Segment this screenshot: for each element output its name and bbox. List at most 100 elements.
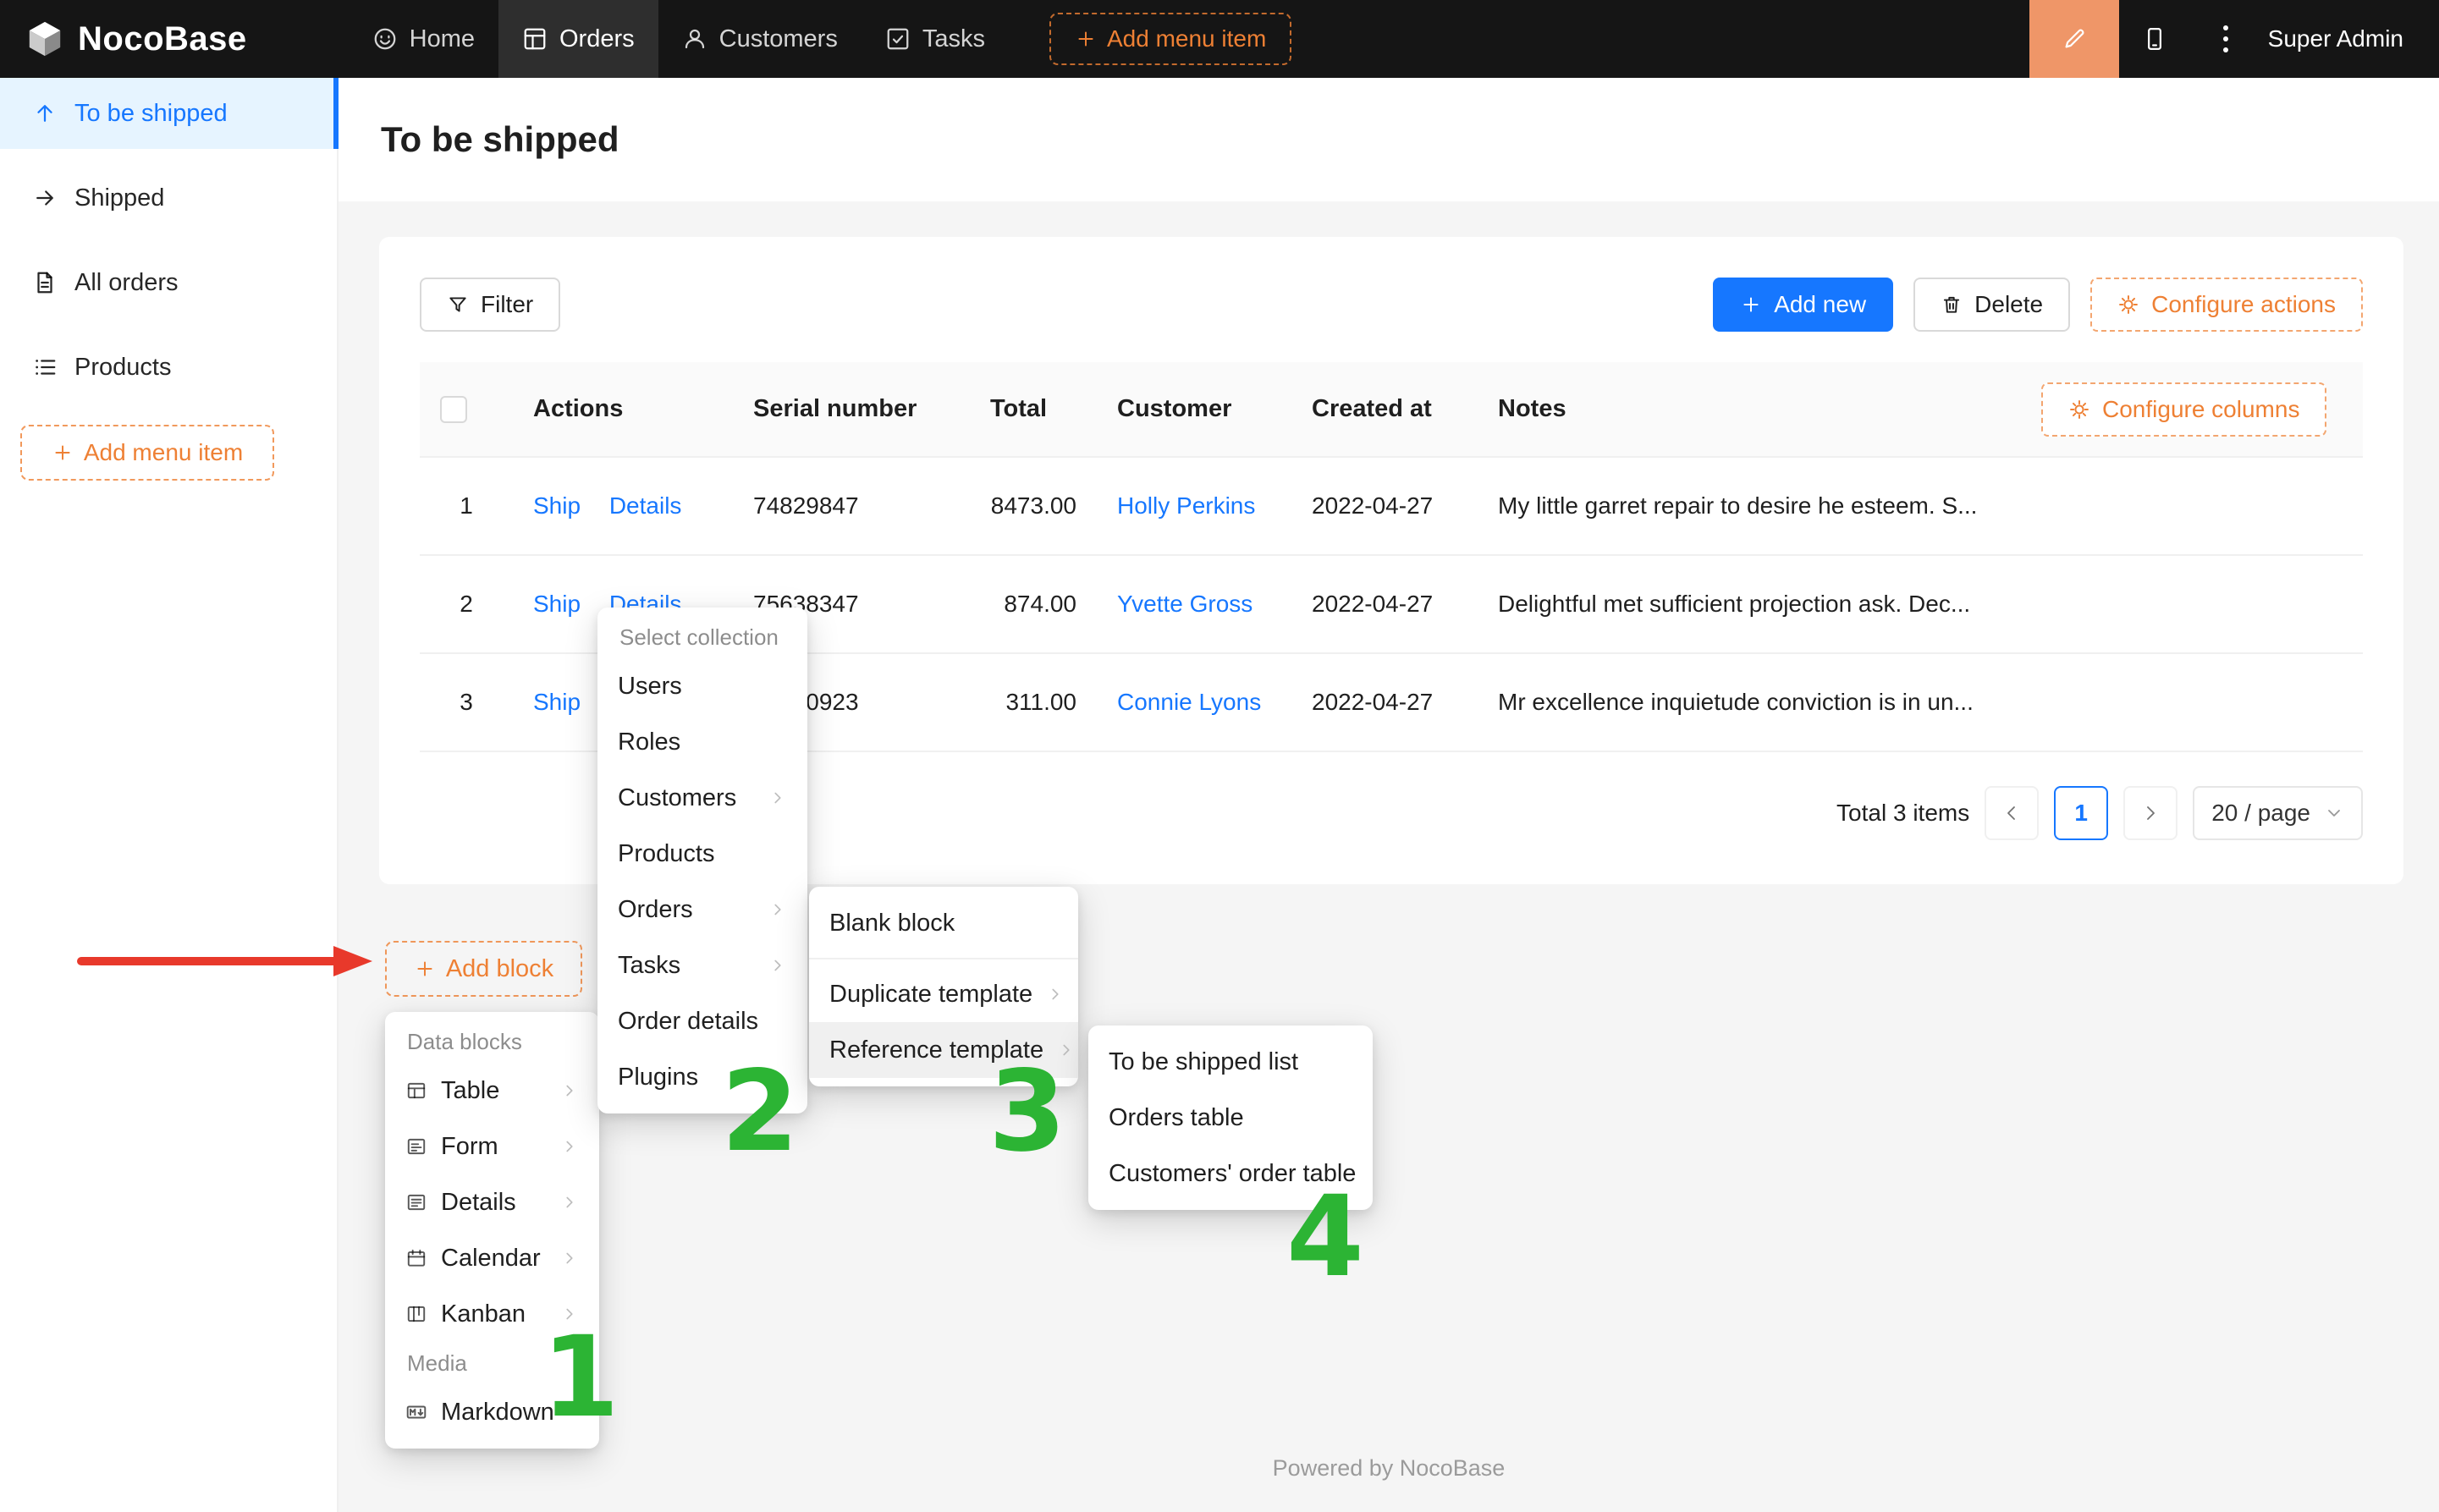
navbar-add-menu-item-button[interactable]: Add menu item	[1049, 13, 1291, 65]
annotation-step-1: 1	[542, 1322, 619, 1433]
chevron-down-icon	[2324, 803, 2344, 823]
powered-by-footer: Powered by NocoBase	[339, 1455, 2439, 1482]
total-cell: 874.00	[970, 555, 1097, 653]
configure-columns-button[interactable]: Configure columns	[2041, 382, 2326, 437]
page-size-select[interactable]: 20 / page	[2193, 786, 2363, 840]
details-link[interactable]: Details	[609, 492, 682, 519]
ship-link[interactable]: Ship	[533, 689, 581, 715]
sidebar-item-to-be-shipped[interactable]: To be shipped	[0, 78, 337, 149]
pagination-prev-button[interactable]	[1985, 786, 2039, 840]
nav-item-label: Home	[410, 25, 475, 53]
menu-item-label: To be shipped list	[1109, 1048, 1298, 1076]
created-at-cell: 2022-04-27	[1291, 653, 1478, 751]
configure-actions-button[interactable]: Configure actions	[2090, 278, 2363, 332]
ship-link[interactable]: Ship	[533, 591, 581, 617]
delete-button[interactable]: Delete	[1913, 278, 2070, 332]
annotation-step-2: 2	[721, 1056, 799, 1168]
pagination-page-1[interactable]: 1	[2054, 786, 2108, 840]
sidebar-item-label: Products	[74, 354, 171, 382]
sidebar-add-menu-item-label: Add menu item	[84, 439, 243, 466]
sidebar-item-products[interactable]: Products	[0, 332, 337, 403]
menu-item-order-details[interactable]: Order details	[597, 993, 807, 1049]
sidebar-item-all-orders[interactable]: All orders	[0, 247, 337, 318]
menu-item-label: Duplicate template	[829, 981, 1032, 1009]
plus-icon	[52, 442, 74, 464]
menu-item-label: Form	[441, 1133, 498, 1161]
menu-item-label: Customers	[618, 784, 736, 812]
chevron-right-icon	[768, 900, 787, 919]
filter-button[interactable]: Filter	[420, 278, 560, 332]
menu-item-label: Details	[441, 1189, 516, 1217]
customer-link[interactable]: Yvette Gross	[1117, 591, 1253, 617]
column-header-created-at: Created at	[1291, 362, 1478, 457]
list-icon	[32, 355, 58, 380]
row-index: 2	[420, 555, 513, 653]
sidebar-add-menu-item-button[interactable]: Add menu item	[20, 425, 274, 481]
gear-icon	[2117, 294, 2139, 316]
customer-link[interactable]: Holly Perkins	[1117, 492, 1255, 519]
menu-item-to-be-shipped-list[interactable]: To be shipped list	[1088, 1034, 1373, 1090]
user-menu[interactable]: Super Admin	[2268, 25, 2403, 52]
nav-item-customers[interactable]: Customers	[658, 0, 862, 78]
nav-item-tasks[interactable]: Tasks	[862, 0, 1009, 78]
customer-link[interactable]: Connie Lyons	[1117, 689, 1261, 715]
menu-item-calendar[interactable]: Calendar	[385, 1230, 599, 1286]
nav-item-label: Customers	[719, 25, 838, 53]
menu-item-orders-table[interactable]: Orders table	[1088, 1090, 1373, 1146]
menu-item-tasks[interactable]: Tasks	[597, 937, 807, 993]
select-collection-menu: Select collection Users Roles Customers …	[597, 608, 807, 1113]
select-all-checkbox[interactable]	[440, 396, 467, 423]
column-header-actions: Actions	[513, 362, 733, 457]
add-new-button[interactable]: Add new	[1713, 278, 1893, 332]
menu-item-table[interactable]: Table	[385, 1063, 599, 1119]
details-block-icon	[405, 1191, 427, 1213]
kanban-block-icon	[405, 1303, 427, 1325]
arrow-right-icon	[32, 185, 58, 211]
chevron-right-icon	[560, 1249, 579, 1267]
configure-columns-label: Configure columns	[2102, 396, 2299, 423]
mobile-preview-button[interactable]	[2119, 0, 2190, 78]
top-navbar: NocoBase Home Orders Customers	[0, 0, 2439, 78]
tablet-icon	[2142, 26, 2167, 52]
nav-item-orders[interactable]: Orders	[498, 0, 658, 78]
menu-item-orders[interactable]: Orders	[597, 882, 807, 937]
sidebar-item-shipped[interactable]: Shipped	[0, 162, 337, 234]
created-at-cell: 2022-04-27	[1291, 457, 1478, 555]
menu-item-users[interactable]: Users	[597, 658, 807, 714]
more-menu-button[interactable]	[2190, 0, 2261, 78]
ui-editor-button[interactable]	[2029, 0, 2119, 78]
plus-icon	[414, 958, 436, 980]
filter-icon	[447, 294, 469, 316]
add-block-button[interactable]: Add block	[385, 941, 582, 997]
menu-item-label: Plugins	[618, 1064, 698, 1091]
pagination-next-button[interactable]	[2123, 786, 2177, 840]
ellipsis-vertical-icon	[2223, 25, 2228, 52]
menu-item-label: Calendar	[441, 1245, 541, 1273]
menu-item-label: Orders table	[1109, 1104, 1244, 1132]
menu-item-roles[interactable]: Roles	[597, 714, 807, 770]
row-index: 3	[420, 653, 513, 751]
menu-item-blank-block[interactable]: Blank block	[809, 895, 1078, 951]
menu-item-customers[interactable]: Customers	[597, 770, 807, 826]
page-header: To be shipped	[339, 78, 2439, 201]
brand-name: NocoBase	[78, 20, 247, 58]
column-header-serial: Serial number	[733, 362, 970, 457]
configure-actions-label: Configure actions	[2151, 291, 2336, 318]
brand-logo[interactable]: NocoBase	[0, 19, 247, 58]
ship-link[interactable]: Ship	[533, 492, 581, 519]
nav-item-label: Tasks	[922, 25, 985, 53]
notes-cell: Delightful met sufficient projection ask…	[1478, 555, 2033, 653]
menu-item-label: Order details	[618, 1008, 758, 1036]
menu-item-label: Tasks	[618, 952, 680, 980]
nav-item-label: Orders	[559, 25, 635, 53]
menu-item-products[interactable]: Products	[597, 826, 807, 882]
nav-item-home[interactable]: Home	[349, 0, 498, 78]
menu-item-form[interactable]: Form	[385, 1119, 599, 1174]
notes-cell: My little garret repair to desire he est…	[1478, 457, 2033, 555]
plus-icon	[1740, 294, 1762, 316]
table-header-row: Actions Serial number Total Customer Cre…	[420, 362, 2363, 457]
menu-item-details[interactable]: Details	[385, 1174, 599, 1230]
table-toolbar: Filter Add new Delete	[420, 278, 2363, 332]
menu-item-label: Table	[441, 1077, 499, 1105]
menu-item-duplicate-template[interactable]: Duplicate template	[809, 966, 1078, 1022]
